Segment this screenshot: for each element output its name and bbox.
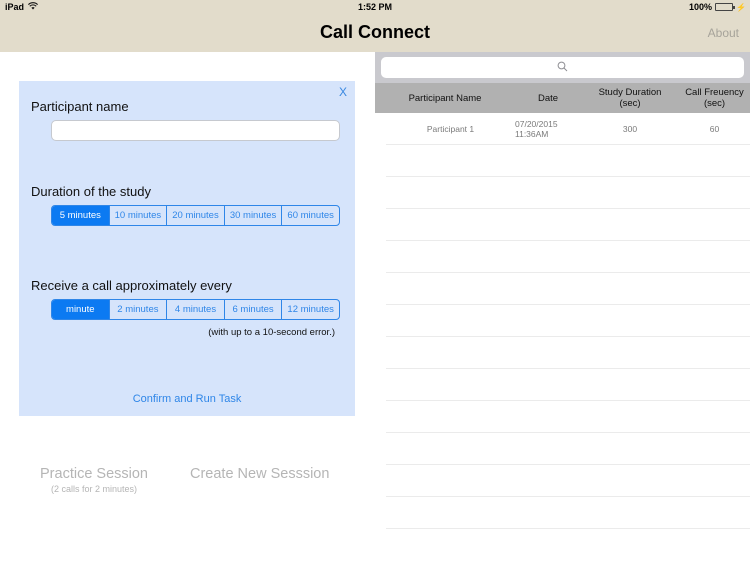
- frequency-label: Receive a call approximately every: [31, 278, 232, 293]
- practice-session-subtitle: (2 calls for 2 minutes): [50, 484, 138, 494]
- about-button[interactable]: About: [708, 26, 739, 40]
- participant-name-input[interactable]: [51, 120, 340, 141]
- table-cell: 300: [622, 123, 638, 134]
- duration-option[interactable]: 20 minutes: [166, 206, 224, 225]
- frequency-option[interactable]: 12 minutes: [281, 300, 339, 319]
- empty-table-row: [386, 145, 750, 177]
- create-new-session-button[interactable]: Create New Sesssion: [190, 466, 329, 482]
- empty-table-row: [386, 273, 750, 305]
- empty-table-row: [386, 465, 750, 497]
- sessions-panel: Participant Name Date Study Duration (se…: [375, 52, 750, 563]
- duration-label: Duration of the study: [31, 184, 151, 199]
- table-row[interactable]: Participant 1 07/20/2015 11:36AM 300 60: [386, 113, 750, 145]
- frequency-option[interactable]: 2 minutes: [108, 300, 167, 319]
- battery-percent: 100%: [689, 2, 713, 12]
- column-header-participant-name[interactable]: Participant Name: [375, 83, 515, 113]
- navigation-bar: Call Connect About: [0, 15, 750, 52]
- table-cell: 07/20/2015 11:36AM: [515, 118, 558, 139]
- empty-table-row: [386, 497, 750, 529]
- column-header-call-frequency[interactable]: Call Freuency (sec): [679, 83, 750, 113]
- frequency-option[interactable]: minute: [52, 300, 109, 319]
- column-header-date[interactable]: Date: [515, 83, 581, 113]
- header-text: Date: [537, 92, 559, 104]
- frequency-option[interactable]: 4 minutes: [166, 300, 224, 319]
- empty-table-row: [386, 241, 750, 273]
- header-text: Participant Name: [408, 92, 482, 104]
- sessions-table-body: Participant 1 07/20/2015 11:36AM 300 60: [386, 113, 750, 529]
- search-field[interactable]: [381, 57, 744, 78]
- frequency-segmented-control: minute 2 minutes 4 minutes 6 minutes 12 minu…: [51, 299, 340, 320]
- empty-table-row: [386, 209, 750, 241]
- header-unit: (sec): [703, 98, 726, 109]
- empty-table-row: [386, 337, 750, 369]
- table-header: Participant Name Date Study Duration (se…: [375, 83, 750, 113]
- table-cell: 60: [709, 123, 720, 134]
- duration-option[interactable]: 60 minutes: [281, 206, 339, 225]
- header-text: Study Duration: [598, 87, 662, 98]
- practice-session-button[interactable]: Practice Session (2 calls for 2 minutes): [30, 466, 158, 494]
- duration-option[interactable]: 30 minutes: [223, 206, 282, 225]
- empty-table-row: [386, 177, 750, 209]
- app-title: Call Connect: [319, 22, 430, 42]
- participant-name-label: Participant name: [31, 99, 129, 114]
- duration-option[interactable]: 5 minutes: [52, 206, 109, 225]
- charging-bolt-icon: ⚡: [736, 2, 746, 12]
- search-bar: [375, 52, 750, 83]
- frequency-option[interactable]: 6 minutes: [223, 300, 282, 319]
- error-note: (with up to a 10-second error.): [208, 327, 335, 338]
- duration-option[interactable]: 10 minutes: [108, 206, 167, 225]
- practice-session-label: Practice Session: [40, 466, 148, 482]
- search-input[interactable]: [381, 57, 744, 78]
- new-session-form: X Participant name Duration of the study…: [19, 81, 355, 416]
- empty-table-row: [386, 433, 750, 465]
- close-button[interactable]: X: [339, 85, 347, 99]
- empty-table-row: [386, 305, 750, 337]
- status-bar: iPad 1:52 PM 100% ⚡: [0, 0, 750, 15]
- battery-icon: [715, 3, 736, 11]
- confirm-run-task-button[interactable]: Confirm and Run Task: [19, 393, 355, 405]
- clock: 1:52 PM: [357, 2, 392, 12]
- empty-table-row: [386, 369, 750, 401]
- duration-segmented-control: 5 minutes 10 minutes 20 minutes 30 minutes 6…: [51, 205, 340, 226]
- header-text: Call Freuency: [685, 87, 744, 98]
- empty-table-row: [386, 401, 750, 433]
- header-unit: (sec): [619, 98, 641, 109]
- table-cell: Participant 1: [426, 123, 475, 134]
- column-header-study-duration[interactable]: Study Duration (sec): [581, 83, 679, 113]
